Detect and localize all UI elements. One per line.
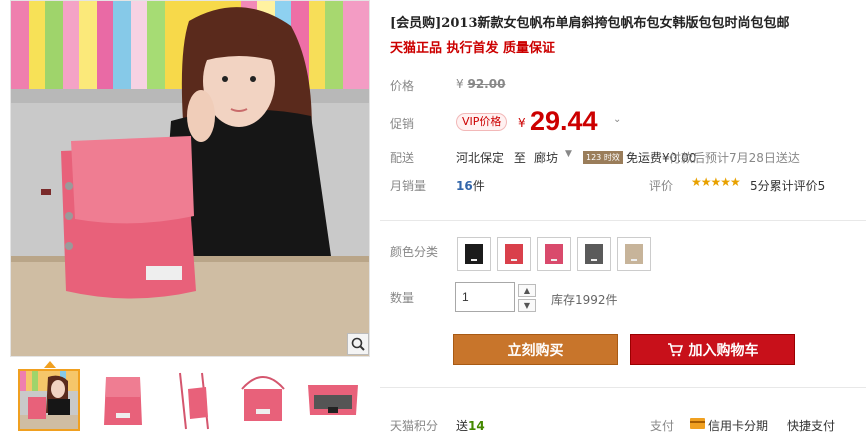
installment-payment-link[interactable]: 信用卡分期 [708, 417, 768, 434]
quantity-increase-button[interactable]: ▲ [518, 284, 536, 297]
delivery-time-badge: 123 时效 [583, 151, 623, 164]
quantity-decrease-button[interactable]: ▼ [518, 299, 536, 312]
stock-count: 库存1992件 [551, 293, 618, 307]
original-price-currency: ¥ [456, 77, 464, 91]
cart-icon [667, 342, 683, 356]
dropdown-arrow-icon[interactable]: ▼ [565, 149, 572, 159]
color-swatch-red[interactable] [497, 237, 531, 271]
thumbnail-strip [10, 367, 370, 433]
chevron-down-icon[interactable]: ⌄ [613, 114, 621, 125]
rating-stars-icon: ★★★★★ [691, 175, 741, 189]
credit-card-icon [690, 418, 705, 429]
color-label: 颜色分类 [390, 245, 439, 259]
ship-from-city: 河北保定 [456, 151, 505, 165]
product-subtitle: 天猫正品 执行首发 质量保证 [390, 41, 556, 56]
ship-from: 河北保定 至 [456, 149, 526, 166]
buy-now-button[interactable]: 立刻购买 [453, 334, 618, 365]
add-to-cart-button[interactable]: 加入购物车 [630, 334, 795, 365]
delivery-eta: 付款后预计7月28日送达 [669, 151, 800, 165]
quick-pay-link[interactable]: 快捷支付 [787, 417, 835, 434]
divider [380, 220, 866, 221]
vip-price-badge: VIP价格 [456, 113, 508, 131]
tmall-points-label: 天猫积分 [390, 419, 439, 433]
thumbnail-4[interactable] [232, 369, 294, 431]
thumbnail-2[interactable] [92, 369, 154, 431]
payment-label: 支付 [650, 419, 675, 433]
thumbnail-3[interactable] [162, 369, 224, 431]
tmall-points-value: 14 [468, 419, 485, 433]
thumbnail-1[interactable] [18, 369, 80, 431]
color-swatch-black[interactable] [457, 237, 491, 271]
product-title: [会员购]2013新款女包帆布单肩斜挎包帆布包女韩版包包时尚包包邮 [390, 16, 790, 31]
monthly-sales-count: 16 [456, 179, 473, 193]
ship-to-prefix: 至 [513, 151, 526, 165]
color-swatch-pink[interactable] [537, 237, 571, 271]
monthly-sales-unit: 件 [472, 179, 485, 193]
tmall-points-prefix: 送 [456, 419, 469, 433]
quantity-label: 数量 [390, 291, 415, 305]
price-label: 价格 [390, 79, 415, 93]
original-price: ¥ 92.00 [456, 77, 505, 91]
tmall-points: 送14 [456, 417, 485, 434]
monthly-sales: 16件 [456, 177, 485, 194]
promo-currency: ¥ [518, 116, 526, 130]
promo-price: 29.44 [530, 106, 598, 136]
zoom-icon[interactable] [347, 333, 369, 355]
add-to-cart-label: 加入购物车 [688, 342, 759, 359]
shipping-label: 配送 [390, 151, 415, 165]
quantity-input[interactable] [455, 282, 515, 312]
color-swatch-khaki[interactable] [617, 237, 651, 271]
ship-to-selector[interactable]: 廊坊 [534, 149, 558, 166]
review-summary-link[interactable]: 5分累计评价5 [750, 177, 825, 194]
review-label: 评价 [649, 179, 674, 193]
main-product-image[interactable] [10, 0, 370, 357]
monthly-sales-label: 月销量 [390, 179, 427, 193]
promo-label: 促销 [390, 117, 415, 131]
buy-now-label: 立刻购买 [507, 342, 564, 359]
color-swatch-grey[interactable] [577, 237, 611, 271]
divider [380, 387, 866, 388]
original-price-value: 92.00 [467, 77, 506, 91]
thumbnail-5[interactable] [302, 369, 364, 431]
